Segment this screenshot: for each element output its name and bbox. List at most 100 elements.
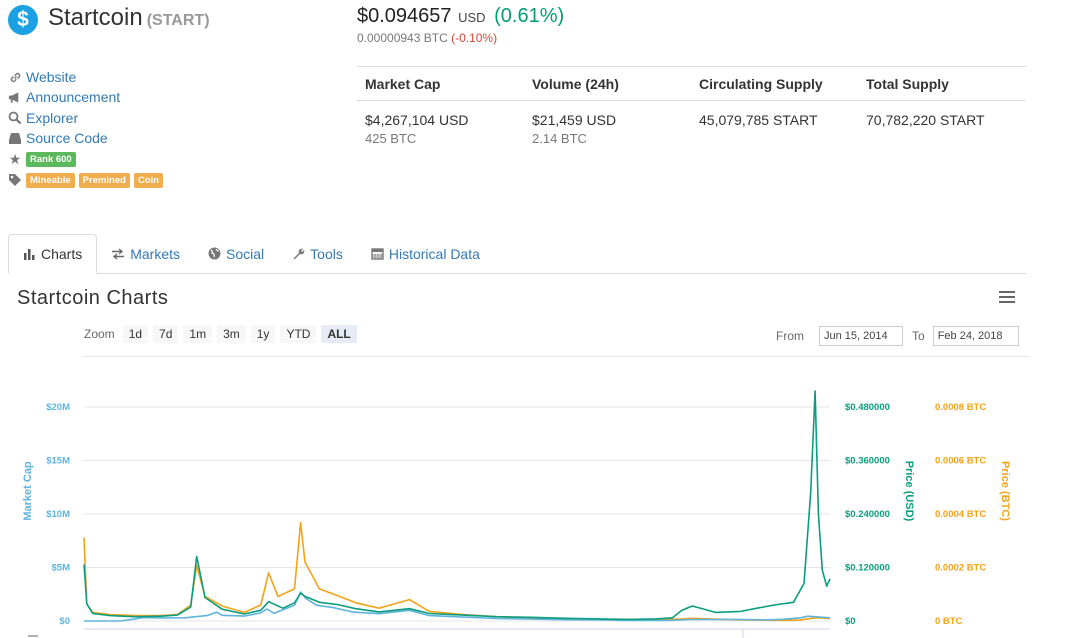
price-usd-value: $0.094657 — [357, 5, 452, 27]
tab-historical-data-label: Historical Data — [388, 245, 480, 262]
tab-social[interactable]: Social — [194, 234, 278, 273]
circulating-supply-value: 45,079,785 START — [699, 112, 818, 128]
tab-bar: Charts Markets Social Tools Historical D… — [8, 234, 1026, 274]
series-line-price-btc — [83, 521, 831, 622]
to-label: To — [912, 329, 925, 343]
zoom-all-button[interactable]: ALL — [321, 325, 357, 343]
tab-social-label: Social — [226, 245, 265, 262]
tag-badge[interactable]: Premined — [78, 172, 130, 188]
price-btc-axis-label: Price (BTC) — [999, 461, 1011, 521]
tag-badge[interactable]: Mineable — [26, 172, 75, 188]
tags-row: Mineable Premined Coin — [8, 171, 167, 189]
total-supply-header: Total Supply — [866, 75, 949, 92]
price-btc-tick-label: 0.0004 BTC — [935, 509, 986, 520]
tag-icon — [8, 173, 22, 187]
bar-chart-icon — [23, 248, 36, 260]
from-date-input[interactable] — [819, 326, 903, 346]
price-btc: 0.00000943 BTC (-0.10%) — [357, 31, 497, 45]
zoom-1d-button[interactable]: 1d — [122, 325, 149, 343]
search-icon — [8, 111, 22, 125]
tab-markets-label: Markets — [130, 245, 181, 262]
price-usd-tick-label: $0 — [845, 616, 856, 627]
tab-historical-data[interactable]: Historical Data — [357, 234, 494, 273]
website-link-row: Website — [8, 68, 76, 86]
date-range: From To — [776, 326, 1019, 346]
tab-charts[interactable]: Charts — [8, 234, 98, 274]
tab-tools-label: Tools — [310, 245, 343, 262]
coin-symbol: (START) — [146, 12, 210, 29]
calendar-icon — [371, 247, 384, 260]
series-line-market-cap — [84, 591, 831, 622]
price-btc-tick-label: 0.0008 BTC — [935, 402, 986, 413]
market-cap-axis: $0 $5M $10M $15M $20M — [46, 402, 70, 627]
hamburger-menu-icon[interactable] — [999, 291, 1015, 305]
bullhorn-icon — [8, 90, 22, 104]
chart-grid — [84, 406, 830, 622]
rank-row: ★ Rank 600 — [8, 150, 80, 168]
volume-cell: $21,459 USD 2.14 BTC — [524, 112, 691, 146]
coin-name: Startcoin — [48, 4, 143, 31]
star-icon: ★ — [8, 150, 22, 167]
zoom-7d-button[interactable]: 7d — [153, 325, 179, 343]
market-cap-usd: $4,267,104 USD — [365, 112, 469, 128]
market-cap-btc: 425 BTC — [365, 131, 417, 146]
tab-markets[interactable]: Markets — [97, 234, 194, 273]
market-cap-header: Market Cap — [365, 75, 441, 92]
stats-table: Market Cap Volume (24h) Circulating Supp… — [357, 66, 1026, 146]
total-supply-value: 70,782,220 START — [866, 112, 985, 128]
market-cap-tick-label: $20M — [46, 402, 70, 413]
zoom-1m-button[interactable]: 1m — [183, 325, 213, 343]
market-cap-tick-label: $10M — [46, 509, 70, 520]
zoom-1y-button[interactable]: 1y — [250, 325, 276, 343]
link-icon — [8, 70, 22, 84]
price-btc-axis: 0 BTC 0.0002 BTC 0.0004 BTC 0.0006 BTC 0.000… — [935, 402, 986, 627]
market-cap-tick-label: $0 — [59, 616, 70, 627]
price-usd: $0.094657 USD (0.61%) — [357, 5, 564, 28]
market-cap-tick-label: $5M — [52, 563, 71, 574]
volume-usd: $21,459 USD — [532, 112, 617, 128]
market-cap-cell: $4,267,104 USD 425 BTC — [357, 112, 524, 146]
zoom-bar: Zoom 1d 7d 1m 3m 1y YTD ALL — [84, 325, 362, 343]
zoom-ytd-button[interactable]: YTD — [280, 325, 317, 343]
price-btc-change: (-0.10%) — [451, 31, 498, 45]
volume-btc: 2.14 BTC — [532, 131, 587, 146]
stats-value-row: $4,267,104 USD 425 BTC $21,459 USD 2.14 … — [357, 101, 1026, 146]
price-btc-tick-label: 0.0002 BTC — [935, 563, 986, 574]
market-cap-tick-label: $15M — [46, 456, 70, 467]
stats-header-row: Market Cap Volume (24h) Circulating Supp… — [357, 67, 1026, 101]
announcement-link[interactable]: Announcement — [26, 89, 120, 105]
tag-badge[interactable]: Coin — [133, 172, 164, 188]
explorer-link[interactable]: Explorer — [26, 110, 78, 126]
tab-tools[interactable]: Tools — [278, 234, 357, 273]
source-code-link-row: Source Code — [8, 129, 108, 147]
price-btc-value: 0.00000943 BTC — [357, 31, 448, 45]
coin-logo: $ — [8, 5, 38, 35]
price-usd-tick-label: $0.480000 — [845, 402, 890, 413]
globe-icon — [208, 247, 221, 260]
to-date-input[interactable] — [932, 326, 1019, 346]
source-code-link[interactable]: Source Code — [26, 130, 108, 146]
price-btc-tick-label: 0 BTC — [935, 616, 963, 627]
wrench-icon — [292, 247, 305, 260]
explorer-link-row: Explorer — [8, 109, 78, 127]
chart-title: Startcoin Charts — [17, 287, 169, 309]
rank-badge: Rank 600 — [26, 151, 76, 167]
announcement-link-row: Announcement — [8, 88, 120, 106]
price-btc-tick-label: 0.0006 BTC — [935, 456, 986, 467]
price-usd-tick-label: $0.240000 — [845, 509, 890, 520]
zoom-label: Zoom — [84, 327, 115, 341]
price-chart[interactable]: $0 $5M $10M $15M $20M $0 $0.120000 $0.240000 $0… — [0, 380, 1072, 638]
hdd-icon — [8, 131, 22, 145]
price-usd-tick-label: $0.360000 — [845, 456, 890, 467]
price-usd-unit: USD — [458, 10, 486, 25]
circulating-supply-header: Circulating Supply — [699, 75, 823, 92]
market-cap-axis-label: Market Cap — [22, 461, 34, 521]
coin-title: Startcoin (START) — [48, 4, 210, 32]
divider — [84, 356, 1030, 357]
website-link[interactable]: Website — [26, 69, 76, 85]
chart-series — [83, 390, 831, 622]
tab-charts-label: Charts — [41, 246, 83, 262]
zoom-3m-button[interactable]: 3m — [217, 325, 246, 343]
price-usd-axis-label: Price (USD) — [903, 461, 915, 522]
price-usd-tick-label: $0.120000 — [845, 563, 890, 574]
